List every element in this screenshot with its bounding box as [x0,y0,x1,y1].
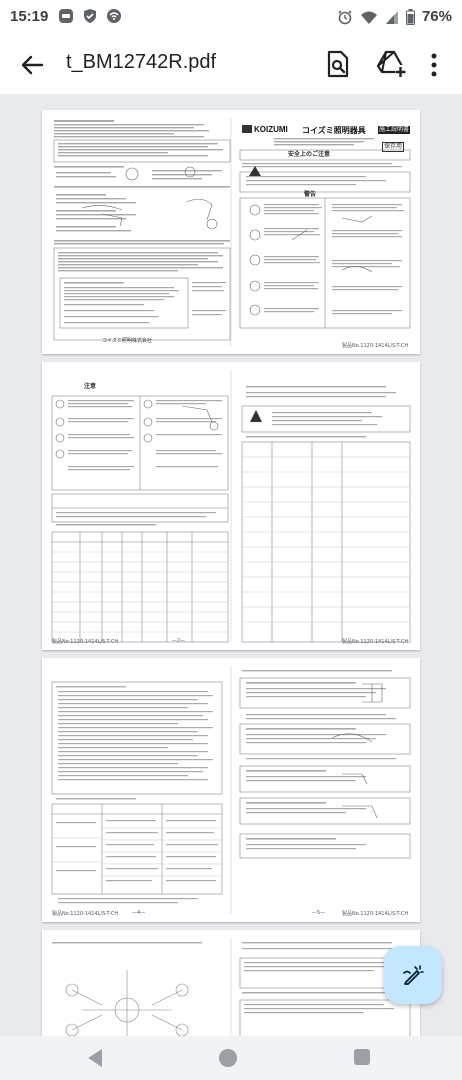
pdf-page-2[interactable]: 注意 製品No.1120-1414L/S-T-CH —2— 製品No.1120-… [42,362,420,650]
caution-label: 注意 [84,383,97,390]
pen-sparkle-icon [403,965,424,985]
company-footer: コイズミ照明株式会社 [102,338,152,344]
nav-home-icon[interactable] [219,1049,237,1067]
shield-check-icon [84,9,96,23]
warning-label: 警告 [304,191,317,198]
app-bar: t_BM12742R.pdf [0,34,462,94]
alarm-icon [338,9,352,24]
brand-title: コイズミ照明器具 [302,126,366,135]
page-1-code: 製品No.1120-1414L/S-T-CH [342,343,409,349]
document-title: t_BM12742R.pdf [66,51,217,73]
page-3-code-right: 製品No.1120-1414L/S-T-CH [342,911,409,917]
safety-heading: 安全上のご注意 [288,151,331,158]
pdf-page-1[interactable]: KOIZUMI コイズミ照明器具 施工説明書 保存用 安全上のご注意 警告 コイ… [42,110,420,354]
battery-icon [405,8,415,25]
back-arrow-icon[interactable] [18,51,46,79]
status-bar: 15:19 76% [0,0,462,34]
page-3-drawing [51,666,411,914]
notification-icons [58,8,122,24]
doc-label: 施工説明書 [378,126,411,134]
brand-logo: KOIZUMI [254,125,288,134]
pdf-viewer[interactable]: KOIZUMI コイズミ照明器具 施工説明書 保存用 安全上のご注意 警告 コイ… [0,94,462,1036]
line-app-icon [59,9,73,23]
system-icons: 76% [337,8,452,25]
page-2-number: —2— [172,638,186,644]
page-2-code-right: 製品No.1120-1414L/S-T-CH [342,639,409,645]
page-3-number-right: —5— [312,910,326,916]
pdf-page-3[interactable]: 製品No.1120-1414L/S-T-CH —4— —5— 製品No.1120… [42,658,420,922]
page-4-drawing [52,938,411,1036]
cell-signal-icon [385,10,398,24]
page-3-number-left: —4— [132,910,146,916]
page-2-drawing [51,370,411,643]
search-document-icon[interactable] [325,50,351,78]
system-nav-bar [0,1036,462,1080]
page-1-drawing [53,118,411,346]
page-2-code-left: 製品No.1120-1414L/S-T-CH [52,639,119,645]
wifi-signal-icon [360,11,377,24]
more-options-icon[interactable] [430,52,438,78]
wifi-circle-icon [107,9,121,23]
nav-back-icon[interactable] [86,1047,104,1069]
status-time: 15:19 [10,8,49,25]
page-3-code-left: 製品No.1120-1414L/S-T-CH [52,911,119,917]
storage-badge: 保存用 [382,142,405,152]
edit-annotate-button[interactable] [384,946,442,1004]
nav-recents-icon[interactable] [354,1049,370,1065]
battery-percent: 76% [421,8,452,25]
pdf-page-4[interactable] [42,930,420,1036]
drive-add-icon[interactable] [376,50,406,78]
